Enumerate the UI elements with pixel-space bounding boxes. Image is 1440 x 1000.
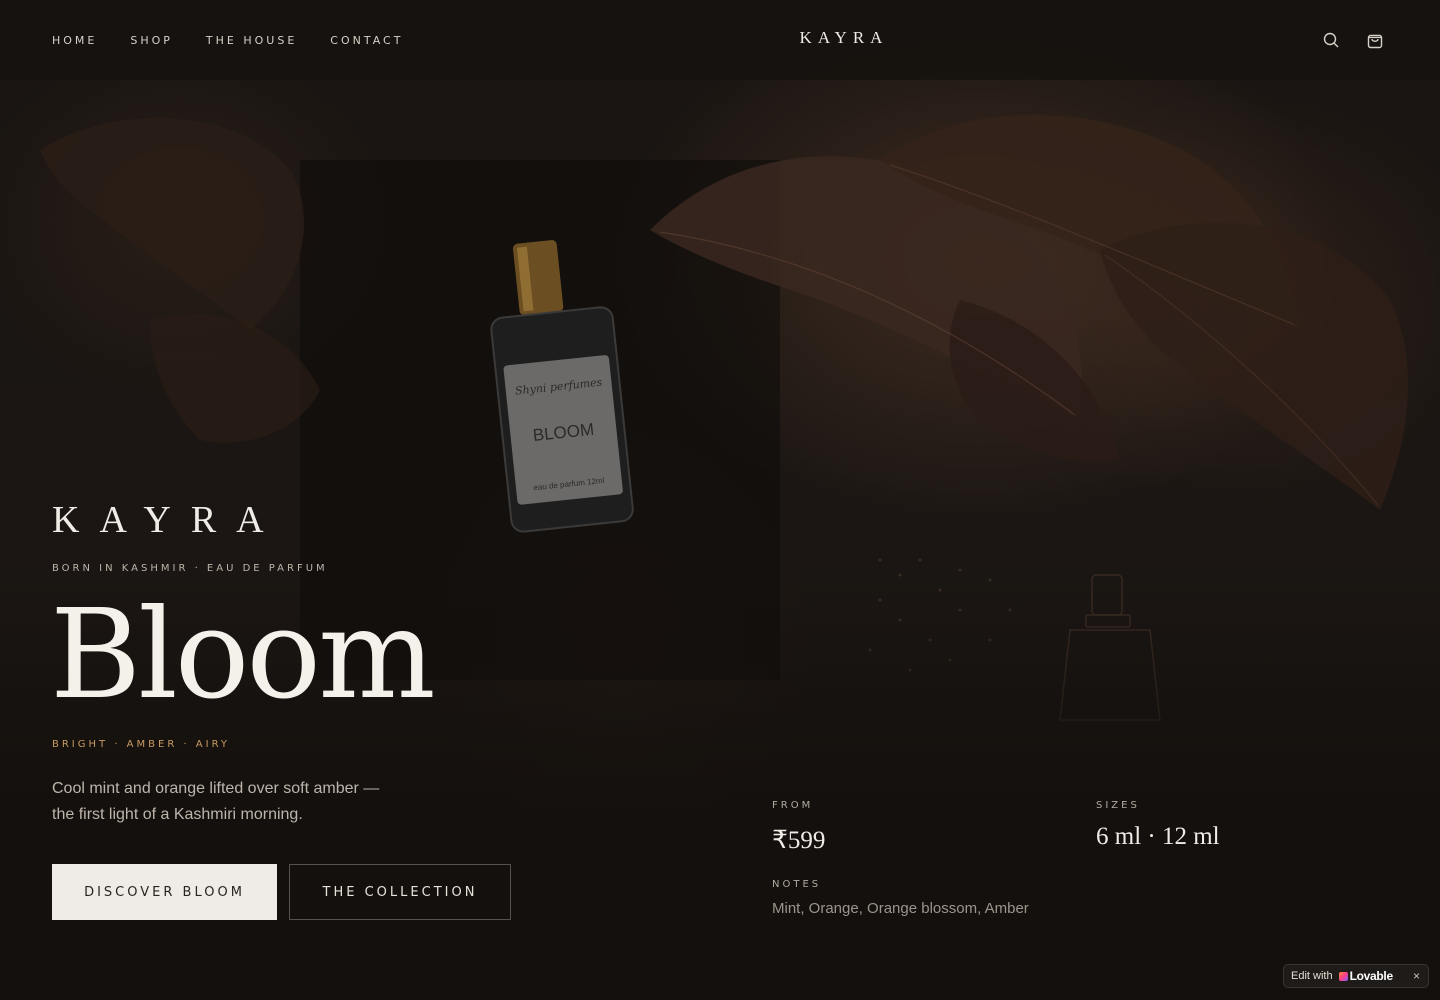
main-nav: HOME SHOP THE HOUSE CONTACT [52,34,403,47]
badge-brand-text: Lovable [1349,969,1394,983]
sizes-label: SIZES [1096,800,1140,811]
close-icon[interactable]: × [1413,969,1420,983]
hero-description: Cool mint and orange lifted over soft am… [52,780,380,823]
site-header: HOME SHOP THE HOUSE CONTACT KAYRA [0,0,1440,80]
notes-value: Mint, Orange, Orange blossom, Amber [772,900,1029,917]
nav-link-contact[interactable]: CONTACT [330,34,403,47]
hero-wordmark: KAYRA [52,499,284,541]
dry-leaf [150,313,320,443]
brand-logo[interactable]: KAYRA [786,28,902,48]
the-collection-button[interactable]: THE COLLECTION [289,864,511,920]
hero-tagline: BORN IN KASHMIR · EAU DE PARFUM [52,563,328,574]
header-actions [1322,31,1384,49]
edit-with-lovable-badge[interactable]: Edit with Lovable × [1283,964,1429,988]
sizes-value: 6 ml · 12 ml [1096,823,1220,850]
nav-link-the-house[interactable]: THE HOUSE [206,34,297,47]
notes-label: NOTES [772,879,822,890]
shopping-bag-icon[interactable] [1366,31,1384,49]
dry-leaf [1100,222,1409,511]
discover-bloom-button[interactable]: DISCOVER BLOOM [52,864,277,920]
search-icon[interactable] [1322,31,1340,49]
dry-leaf [40,117,305,330]
nav-link-home[interactable]: HOME [52,34,97,47]
hero-title: Bloom [50,583,436,727]
from-label: FROM [772,800,814,811]
lovable-heart-icon [1338,971,1348,981]
badge-edit-text: Edit with [1291,970,1333,982]
hero-accords: BRIGHT · AMBER · AIRY [52,739,231,750]
nav-link-shop[interactable]: SHOP [130,34,173,47]
price-value: ₹599 [772,827,826,854]
